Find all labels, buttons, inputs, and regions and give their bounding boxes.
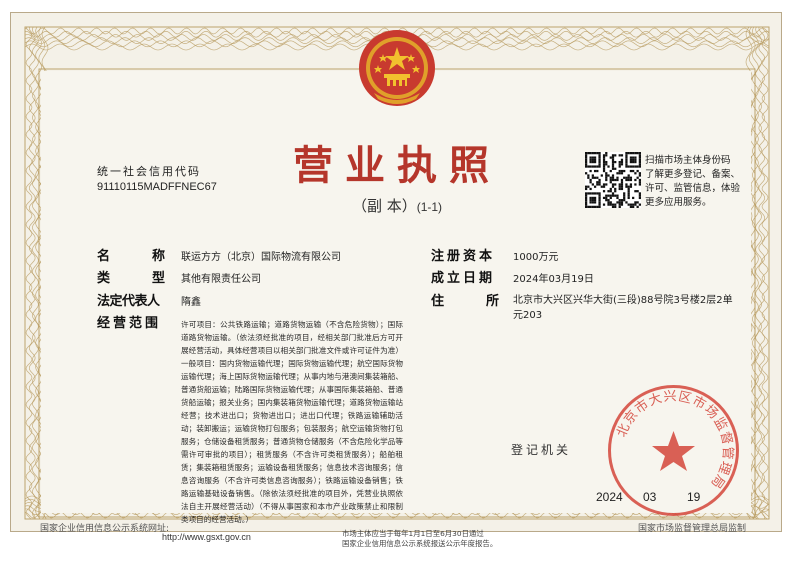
footer-note-line: 国家企业信用信息公示系统报送公示年度报告。 [342, 539, 498, 548]
address-label: 住所 [431, 294, 499, 309]
capital-value: 1000万元 [513, 252, 559, 263]
issue-month: 03 [643, 490, 657, 504]
qr-code-icon [585, 152, 641, 208]
established-label: 成立日期 [431, 271, 496, 286]
issue-day: 19 [687, 490, 701, 504]
scope-label: 经营范围 [97, 316, 162, 331]
official-seal-icon: 北京市大兴区市场监督管理局 [608, 385, 739, 516]
business-license: 统一社会信用代码 91110115MADFFNEC67 营业执照 （副 本）(1… [10, 12, 782, 532]
footer-website-link[interactable]: http://www.gsxt.gov.cn [162, 532, 251, 542]
address-line: 元203 [513, 310, 543, 321]
copy-type: （副 本） [351, 197, 417, 215]
national-emblem-icon [359, 30, 435, 106]
qr-caption-line: 了解更多登记、备案、 [645, 169, 741, 180]
issue-year: 2024 [596, 490, 623, 504]
qr-caption-line: 更多应用服务。 [645, 197, 712, 208]
capital-label: 注册资本 [431, 249, 496, 264]
address-line: 北京市大兴区兴华大街(三段)88号院3号楼2层2单 [513, 295, 733, 306]
scope-value: 许可项目：公共铁路运输；道路货物运输（不含危险货物）；国际道路货物运输。（依法须… [181, 320, 403, 524]
name-value: 联运方方（北京）国际物流有限公司 [181, 252, 341, 263]
type-label: 类型 [97, 271, 165, 286]
registrar-label: 登记机关 [511, 443, 572, 457]
name-label: 名称 [97, 249, 165, 264]
type-value: 其他有限责任公司 [181, 274, 261, 285]
established-value: 2024年03月19日 [513, 274, 594, 285]
copy-number: (1-1) [416, 200, 443, 214]
footer-issuer: 国家市场监督管理总局监制 [638, 524, 747, 534]
footer-note-line: 市场主体应当于每年1月1日至6月30日通过 [342, 529, 484, 538]
footer-website-label: 国家企业信用信息公示系统网址: [40, 524, 170, 534]
footer-annual-report-note: 市场主体应当于每年1月1日至6月30日通过 国家企业信用信息公示系统报送公示年度… [342, 529, 552, 549]
legal-rep-value: 隋鑫 [181, 297, 201, 308]
qr-caption: 扫描市场主体身份码 了解更多登记、备案、 许可、监管信息，体验 更多应用服务。 [645, 154, 763, 210]
qr-caption-line: 许可、监管信息，体验 [645, 183, 741, 194]
qr-caption-line: 扫描市场主体身份码 [645, 155, 731, 166]
address-value: 北京市大兴区兴华大街(三段)88号院3号楼2层2单 元203 [513, 293, 733, 323]
legal-rep-label: 法定代表人 [97, 294, 160, 309]
